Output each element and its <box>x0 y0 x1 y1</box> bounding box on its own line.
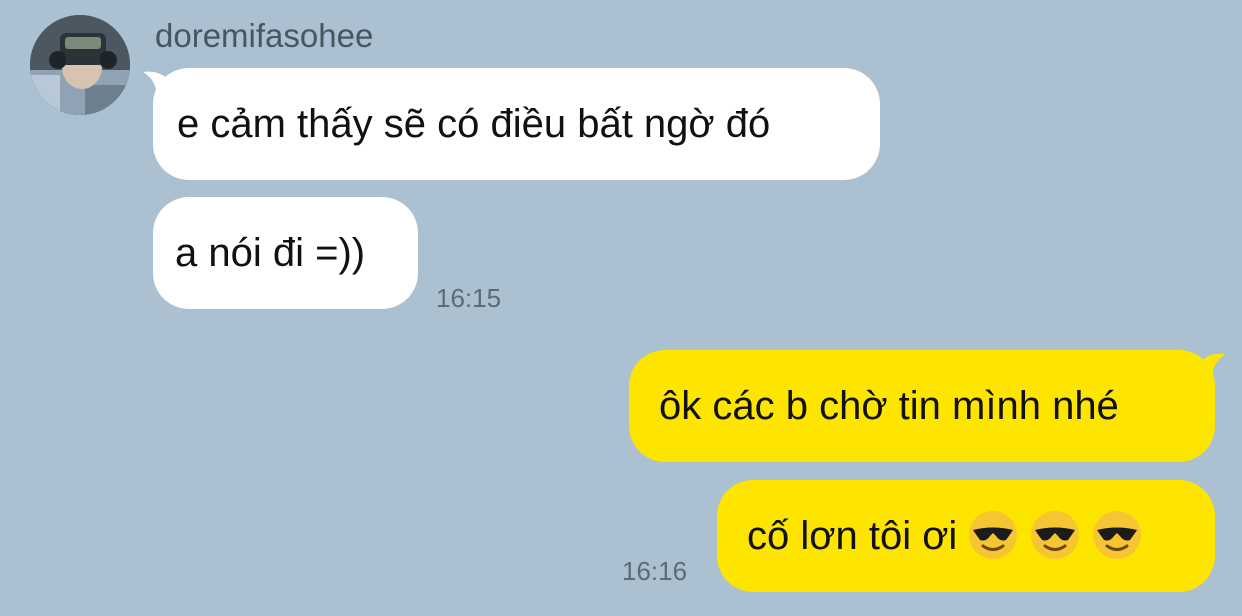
sunglasses-face-emoji <box>1029 509 1081 561</box>
outgoing-message-1-text: ôk các b chờ tin mình nhé <box>659 384 1119 428</box>
incoming-message-2-text: a nói đi =)) <box>175 231 366 275</box>
outgoing-timestamp: 16:16 <box>622 556 688 586</box>
avatar-photo <box>30 15 130 115</box>
incoming-message-1-text: e cảm thấy sẽ có điều bất ngờ đó <box>177 102 771 146</box>
avatar[interactable] <box>30 15 130 115</box>
incoming-timestamp: 16:15 <box>436 283 502 313</box>
incoming-message-1[interactable]: e cảm thấy sẽ có điều bất ngờ đó <box>153 68 880 180</box>
outgoing-message-2[interactable]: cố lơn tôi ơi <box>717 480 1215 592</box>
sender-name: doremifasohee <box>155 17 374 54</box>
outgoing-message-1[interactable]: ôk các b chờ tin mình nhé <box>629 350 1215 462</box>
incoming-message-2[interactable]: a nói đi =)) <box>153 197 418 309</box>
outgoing-message-2-text: cố lơn tôi ơi <box>747 514 958 558</box>
sunglasses-face-emoji <box>967 509 1019 561</box>
sunglasses-face-emoji <box>1091 509 1143 561</box>
